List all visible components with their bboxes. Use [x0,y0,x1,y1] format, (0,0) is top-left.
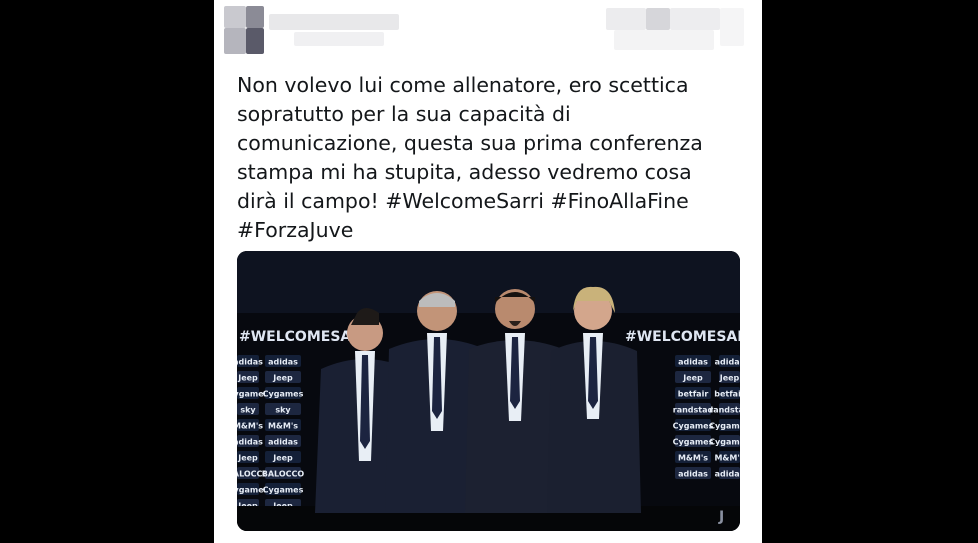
blurred-avatar [246,6,264,28]
sponsor-label: Cygames [263,486,304,495]
sponsor-label: betfair [678,390,709,399]
juventus-logo-icon: J [718,509,724,525]
tweet-text-line: Non volevo lui come allenatore, ero scet… [237,73,689,97]
sponsor-label: Jeep [237,454,258,463]
sponsor-label: adidas [237,358,263,367]
tweet-card: Non volevo lui come allenatore, ero scet… [214,0,762,543]
tweet-text-line: comunicazione, questa sua prima conferen… [237,131,703,155]
blurred-follow-button[interactable] [720,8,744,46]
blurred-user-header [214,0,762,60]
sponsor-label: M&M's [714,454,740,463]
sponsor-label: Cygames [673,422,714,431]
sponsor-label: randstad [673,406,714,415]
sponsor-label: adidas [268,438,298,447]
tweet-text-line: #ForzaJuve [237,218,354,242]
sponsor-label: Jeep [272,374,293,383]
sponsor-label: Jeep [272,454,293,463]
tweet-text-line: dirà il campo! #WelcomeSarri #FinoAllaFi… [237,189,689,213]
blurred-follow-button[interactable] [606,8,646,30]
blurred-avatar [246,28,264,54]
sponsor-label: betfair [714,390,740,399]
tweet-text-line: sopratutto per la sua capacità di [237,102,571,126]
sponsor-label: sky [240,406,256,415]
tweet-text: Non volevo lui come allenatore, ero scet… [237,71,747,245]
sponsor-label: adidas [678,358,708,367]
press-conference-photo: #WELCOMESARRI #WELCOMESARRI adidasJeepCy… [237,251,740,531]
backdrop-title-right: #WELCOMESARRI [625,329,740,345]
tweet-text-line: stampa mi ha stupita, adesso vedremo cos… [237,160,692,184]
sponsor-label: Cygames [263,390,304,399]
sponsor-label: M&M's [268,422,298,431]
sponsor-label: adidas [715,358,740,367]
blurred-follow-button[interactable] [614,30,714,50]
sponsor-label: BALOCCO [262,470,305,479]
sponsor-label: adidas [678,470,708,479]
sponsor-label: randstad [709,406,740,415]
sponsor-label: Cygames [709,422,740,431]
sponsor-label: sky [275,406,291,415]
sponsor-label: Jeep [237,374,258,383]
sponsor-label: M&M's [678,454,708,463]
sponsor-label: Jeep [719,374,740,383]
sponsor-label: Cygames [673,438,714,447]
blurred-avatar [224,28,246,54]
sponsor-label: adidas [268,358,298,367]
blurred-avatar [224,6,246,28]
blurred-username [269,14,399,30]
sponsor-label: M&M's [237,422,263,431]
tweet-photo[interactable]: #WELCOMESARRI #WELCOMESARRI adidasJeepCy… [237,251,740,531]
blurred-follow-button[interactable] [646,8,670,30]
sponsor-label: adidas [237,438,263,447]
sponsor-label: adidas [715,470,740,479]
blurred-follow-button[interactable] [670,8,720,30]
blurred-username [294,32,384,46]
sponsor-label: Jeep [682,374,703,383]
sponsor-label: Cygames [709,438,740,447]
